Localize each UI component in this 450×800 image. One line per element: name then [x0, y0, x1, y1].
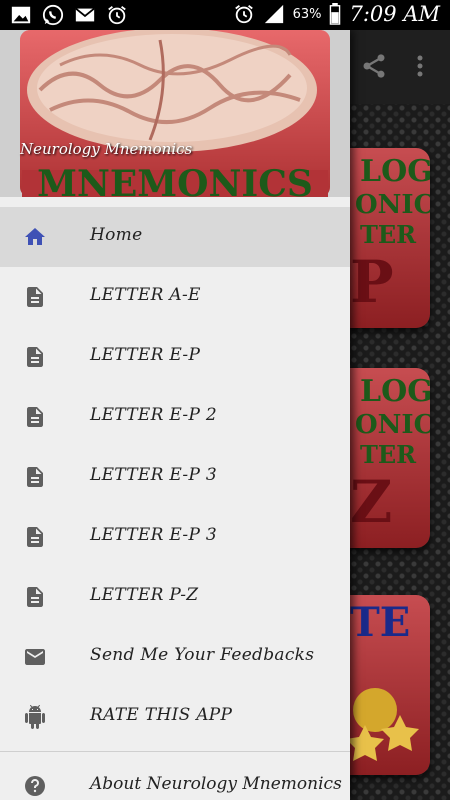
battery-icon [330, 3, 341, 25]
menu-item-label: LETTER A-E [90, 285, 201, 305]
menu-item-label: LETTER E-P 3 [90, 525, 218, 545]
menu-item-letter-a-e[interactable]: LETTER A-E [0, 267, 350, 327]
menu-item-letter-p-z[interactable]: LETTER P-Z [0, 567, 350, 627]
gallery-icon [11, 6, 31, 24]
menu-item-letter-e-p-3-duplicate[interactable]: LETTER E-P 3 [0, 507, 350, 567]
menu-item-label: About Neurology Mnemonics [90, 774, 342, 794]
status-bar: 63% 7:09 AM [0, 0, 450, 30]
signal-icon [264, 4, 283, 24]
more-options-icon[interactable] [410, 52, 430, 80]
menu-item-label: LETTER E-P 2 [90, 405, 218, 425]
drawer-header: MNEMONICS Neurology Mnemonics [0, 30, 350, 197]
document-icon [27, 287, 43, 307]
document-icon [27, 527, 43, 547]
share-icon[interactable] [360, 52, 388, 80]
tile-letter: P [350, 248, 394, 316]
stars-icon [346, 688, 419, 761]
document-icon [27, 587, 43, 607]
menu-item-label: RATE THIS APP [90, 705, 233, 725]
navigation-drawer: MNEMONICS Neurology Mnemonics Home LETTE… [0, 30, 350, 800]
alarm-icon [234, 5, 253, 24]
menu-item-label: LETTER E-P [90, 345, 201, 365]
menu-item-about[interactable]: About Neurology Mnemonics [0, 752, 350, 800]
menu-item-rate-app[interactable]: RATE THIS APP [0, 687, 350, 747]
brain-banner-image: MNEMONICS [0, 30, 350, 197]
menu-item-label: Send Me Your Feedbacks [90, 645, 315, 665]
menu-item-label: LETTER E-P 3 [90, 465, 218, 485]
menu-item-letter-e-p-3[interactable]: LETTER E-P 3 [0, 447, 350, 507]
menu-item-home[interactable]: Home [0, 207, 350, 267]
battery-percent: 63% [292, 6, 322, 22]
tile-line: TE [350, 599, 411, 646]
mail-icon [25, 649, 45, 665]
tile-line: LOGY [360, 154, 430, 189]
tile-letter: Z [350, 468, 393, 536]
menu-item-letter-e-p-2[interactable]: LETTER E-P 2 [0, 387, 350, 447]
menu-item-feedback[interactable]: Send Me Your Feedbacks [0, 627, 350, 687]
alarm-icon [108, 6, 126, 25]
drawer-menu: Home LETTER A-E LETTER E-P LETTER E-P 2 … [0, 207, 350, 800]
tile-line: ONICS [355, 190, 430, 220]
clock: 7:09 AM [349, 2, 440, 26]
email-icon [75, 7, 95, 22]
android-icon [25, 705, 45, 729]
tile-line: TER [360, 440, 417, 469]
help-icon [25, 776, 45, 796]
banner-text: MNEMONICS [37, 163, 313, 197]
menu-item-letter-e-p[interactable]: LETTER E-P [0, 327, 350, 387]
document-icon [27, 347, 43, 367]
home-icon [25, 228, 45, 245]
document-icon [27, 467, 43, 487]
tile-line: LOGY [360, 374, 430, 409]
menu-item-label: Home [90, 225, 143, 245]
tile-line: ONICS [355, 410, 430, 440]
whatsapp-icon [42, 4, 64, 26]
tile-line: TER [360, 220, 417, 249]
document-icon [27, 407, 43, 427]
header-title: Neurology Mnemonics [20, 140, 193, 158]
menu-item-label: LETTER P-Z [90, 585, 199, 605]
